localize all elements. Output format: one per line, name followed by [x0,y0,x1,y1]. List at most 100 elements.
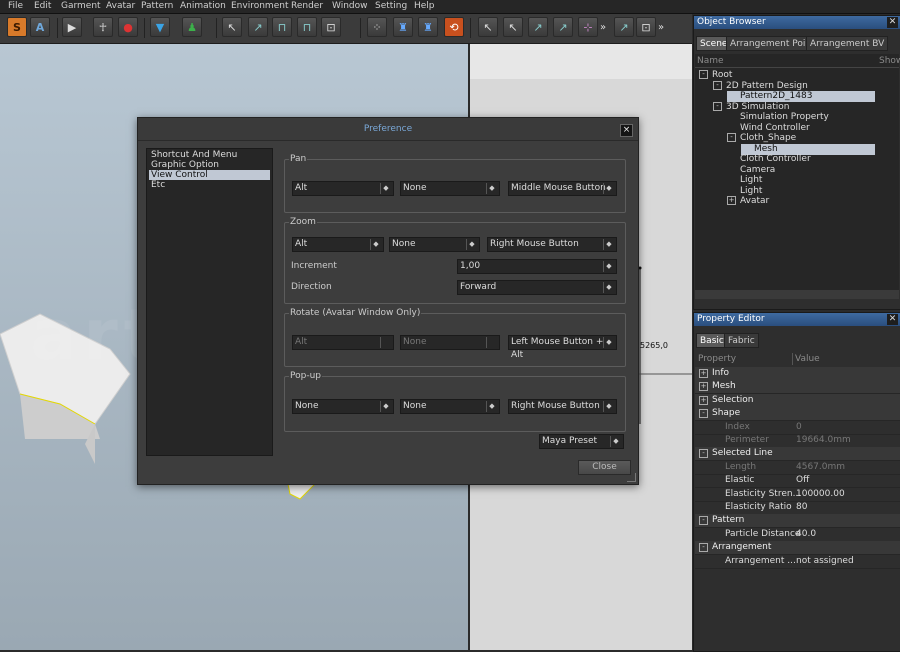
popup-key-select[interactable]: None ◆ [292,399,394,414]
menu-file[interactable]: File [8,0,23,13]
shirt-pair-icon[interactable]: ♜ [418,17,438,37]
menu-pattern[interactable]: Pattern [141,0,173,13]
close-button[interactable]: Close [578,460,631,475]
property-row[interactable]: Particle Distance 40.0 [695,528,900,542]
tree-item[interactable]: Cloth Controller [727,154,811,165]
pan-key-select[interactable]: Alt ◆ [292,181,394,196]
property-value[interactable]: not assigned [796,555,854,568]
popup-button-select[interactable]: Right Mouse Button ◆ [508,399,617,414]
collapse-icon[interactable]: - [713,101,722,111]
select-box-icon[interactable]: ⊡ [321,17,341,37]
tree-item[interactable]: Mesh [741,143,875,155]
add-point-icon[interactable]: ⊹ [578,17,598,37]
tab-arrangement-bv[interactable]: Arrangement BV [806,36,889,51]
property-value[interactable]: 0 [796,421,802,434]
edit-point-icon[interactable]: ↖ [503,17,523,37]
expand-icon[interactable]: + [727,196,736,205]
menu-environment[interactable]: Environment [231,0,288,13]
property-value[interactable]: 4567.0mm [796,461,845,474]
pan-modifier-select[interactable]: None ◆ [400,181,500,196]
increment-spinbox[interactable]: 1,00 ◆ [457,259,617,274]
object-browser-close-icon[interactable]: ✕ [887,17,898,28]
close-icon[interactable]: × [620,124,633,137]
shirt-icon[interactable]: ♜ [393,17,413,37]
menu-help[interactable]: Help [414,0,435,13]
collapse-icon[interactable]: - [699,70,708,79]
collapse-icon[interactable]: - [713,80,722,90]
property-row[interactable]: Perimeter 19664.0mm [695,434,900,448]
property-value[interactable]: 19664.0mm [796,434,851,447]
transform-icon[interactable]: ⊡ [636,17,656,37]
property-row[interactable]: Arrangement ... not assigned [695,555,900,569]
menu-setting[interactable]: Setting [375,0,407,13]
tree-item[interactable]: Pattern2D_1483 [727,91,875,102]
category-shortcut-menu[interactable]: Shortcut And Menu [149,150,270,160]
pan-button-select[interactable]: Middle Mouse Button ◆ [508,181,617,196]
property-row[interactable]: Elasticity Stren... 100000.00 [695,488,900,502]
property-value[interactable]: Off [796,474,809,487]
select-move-icon[interactable]: ↖ [222,17,242,37]
tree-item[interactable]: Simulation Property [727,112,829,123]
toolbar-overflow-2[interactable]: » [658,22,664,33]
property-value[interactable]: 80 [796,501,807,514]
zoom-key-select[interactable]: Alt ◆ [292,237,384,252]
tree-item[interactable]: - Cloth_Shape [727,133,796,144]
preset-select[interactable]: Maya Preset ◆ [539,434,624,449]
tree-item[interactable]: - Root [699,70,732,81]
category-graphic-option[interactable]: Graphic Option [149,160,270,170]
edit-curve-icon[interactable]: ↗ [553,17,573,37]
animation-mode-button[interactable]: A [30,17,50,37]
avatar-icon[interactable]: ♟ [182,17,202,37]
rotate-button-select[interactable]: Left Mouse Button + Alt ◆ [508,335,617,360]
garment-icon[interactable]: ▼ [150,17,170,37]
property-value[interactable]: 100000.00 [796,488,845,501]
zoom-button-select[interactable]: Right Mouse Button ◆ [487,237,617,252]
tab-fabric[interactable]: Fabric [724,333,759,348]
walk-icon[interactable]: ☥ [93,17,113,37]
menu-render[interactable]: Render [291,0,323,13]
fold-icon[interactable]: ⊓ [272,17,292,37]
tree-item[interactable]: Light [727,186,762,197]
property-section[interactable]: - Selected Line [695,447,900,462]
menu-animation[interactable]: Animation [180,0,226,13]
expand-icon[interactable]: + [699,369,708,378]
tab-arrangement-point[interactable]: Arrangement Point [726,36,819,51]
collapse-icon[interactable]: - [727,133,736,142]
curve-point-icon[interactable]: ↗ [528,17,548,37]
collapse-icon[interactable]: - [699,409,708,419]
record-icon[interactable]: ● [118,17,138,37]
tree-item[interactable]: -3D Simulation [713,101,789,113]
tree-item[interactable]: Wind Controller [727,123,810,134]
popup-modifier-select[interactable]: None ◆ [400,399,500,414]
particle-icon[interactable]: ⁘ [367,17,387,37]
property-section[interactable]: - Shape [695,407,900,422]
tree-item[interactable]: Light [727,175,762,186]
property-section[interactable]: + Info [695,367,900,381]
property-section[interactable]: - Arrangement [695,541,900,556]
reset-icon[interactable]: ⟲ [444,17,464,37]
fold-arrange-icon[interactable]: ⊓ [297,17,317,37]
toolbar-overflow-1[interactable]: » [600,22,606,33]
expand-icon[interactable]: + [699,395,708,405]
select-point-icon[interactable]: ↗ [248,17,268,37]
property-section[interactable]: + Selection [695,393,900,408]
sewing-icon[interactable]: ↗ [614,17,634,37]
zoom-modifier-select[interactable]: None ◆ [389,237,480,252]
tree-item[interactable]: Camera [727,165,775,176]
property-section[interactable]: - Pattern [695,514,900,529]
expand-icon[interactable]: + [699,382,708,392]
property-section[interactable]: + Mesh [695,380,900,395]
collapse-icon[interactable]: - [699,516,708,526]
simulation-mode-button[interactable]: S [7,17,27,37]
category-etc[interactable]: Etc [149,180,270,190]
property-row[interactable]: Length 4567.0mm [695,461,900,475]
select-2d-icon[interactable]: ↖ [478,17,498,37]
menu-avatar[interactable]: Avatar [106,0,135,13]
property-value[interactable]: 40.0 [796,528,816,541]
property-row[interactable]: Index 0 [695,421,900,435]
collapse-icon[interactable]: - [699,543,708,553]
property-row[interactable]: Elastic Off [695,474,900,489]
collapse-icon[interactable]: - [699,449,708,459]
resize-grip[interactable] [627,473,636,482]
category-view-control[interactable]: View Control [149,170,270,180]
